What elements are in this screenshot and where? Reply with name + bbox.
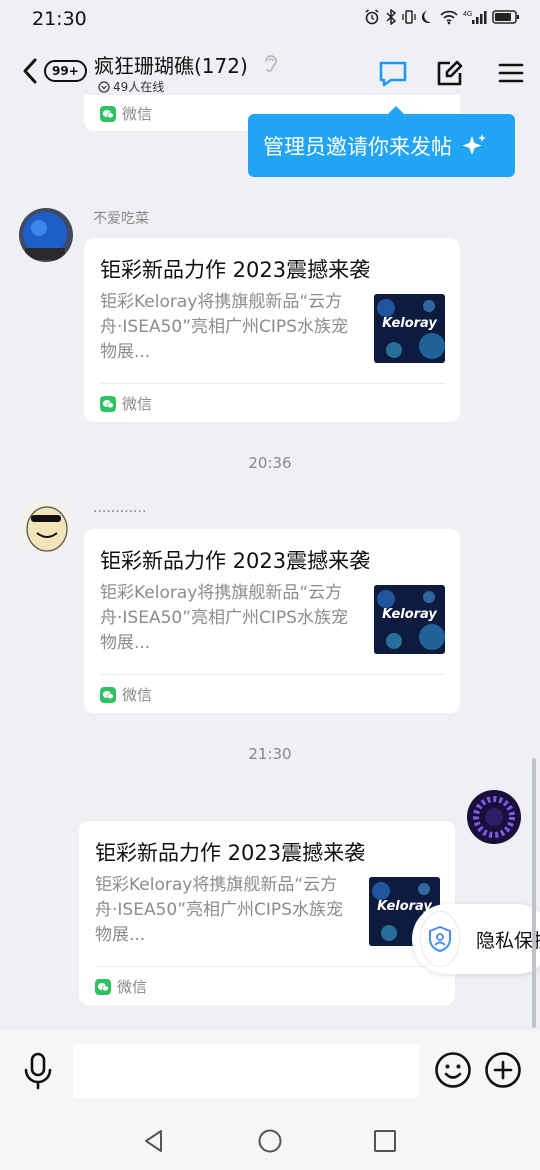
back-button[interactable] [18,56,44,86]
card-source: 微信 [100,103,152,124]
chat-header: 99+ 疯狂珊瑚礁(172) 49人在线 [0,38,540,102]
link-card[interactable]: 钜彩新品力作 2023震撼来袭 钜彩Keloray将携旗舰新品“云方舟·ISEA… [84,529,460,713]
card-source: 微信 [100,684,152,705]
source-label: 微信 [122,686,153,704]
nav-home-button[interactable] [257,1128,283,1154]
input-bar [0,1030,540,1110]
card-description: 钜彩Keloray将携旗舰新品“云方舟·ISEA50”亮相广州CIPS水族宠物展… [95,875,343,945]
source-label: 微信 [117,978,148,996]
shield-icon [428,925,451,953]
circle-home-icon [258,1129,282,1153]
wifi-icon [440,9,458,25]
group-name[interactable]: 疯狂珊瑚礁(172) [94,50,248,79]
microphone-icon [24,1052,52,1090]
online-status: 49人在线 [98,78,164,95]
menu-button[interactable] [494,56,528,90]
more-button[interactable] [484,1051,522,1089]
source-label: 微信 [122,395,153,413]
wechat-icon [95,978,111,995]
avatar-image [19,208,73,262]
plus-circle-icon [485,1052,521,1088]
avatar-image [467,790,521,844]
chat-bubble-icon [379,61,407,87]
privacy-label: 隐私保护 [475,929,540,952]
check-circle-icon [98,80,110,93]
card-source: 微信 [100,393,152,414]
card-source: 微信 [95,976,147,997]
ear-icon[interactable] [262,52,280,78]
wechat-icon [100,105,116,122]
avatar[interactable] [19,208,73,262]
chat-tab-button[interactable] [376,56,410,90]
card-divider [100,383,445,384]
triangle-back-icon [145,1130,162,1152]
link-card[interactable]: 钜彩新品力作 2023震撼来袭 钜彩Keloray将携旗舰新品“云方舟·ISEA… [79,821,455,1005]
card-description: 钜彩Keloray将携旗舰新品“云方舟·ISEA50”亮相广州CIPS水族宠物展… [100,292,348,362]
status-icons: 4G [364,9,520,25]
vibrate-icon [402,9,416,25]
privacy-icon-wrap [420,911,460,967]
tooltip-text: 管理员邀请你来发帖 [263,134,452,159]
card-thumbnail: Keloray [374,294,445,363]
voice-button[interactable] [20,1050,56,1090]
nav-recents-button[interactable] [372,1128,398,1154]
card-thumbnail: Keloray [374,585,445,654]
card-title: 钜彩新品力作 2023震撼来袭 [100,258,371,282]
moon-icon [421,9,435,25]
bluetooth-icon [385,9,397,25]
signal-icon: 4G [463,9,487,25]
my-avatar[interactable] [467,790,521,844]
status-time: 21:30 [32,8,87,30]
card-description: 钜彩Keloray将携旗舰新品“云方舟·ISEA50”亮相广州CIPS水族宠物展… [100,583,348,653]
card-divider [100,674,445,675]
sender-name: 不爱吃菜 [93,211,149,227]
source-label: 微信 [122,105,153,123]
online-count: 49人在线 [113,80,165,94]
alarm-icon [364,9,380,25]
wechat-icon [100,686,116,703]
card-divider [95,966,440,967]
thumbnail-brand: Keloray [382,607,437,622]
sender-name: ............ [93,500,147,516]
admin-invite-tooltip[interactable]: 管理员邀请你来发帖 [248,106,515,177]
post-button[interactable] [433,56,467,90]
network-type: 4G [463,11,472,18]
card-title: 钜彩新品力作 2023震撼来袭 [100,549,371,573]
card-title: 钜彩新品力作 2023震撼来袭 [95,841,366,865]
privacy-protection-button[interactable]: 隐私保护 [412,904,540,974]
timestamp: 21:30 [248,745,292,763]
edit-icon [437,60,463,86]
wechat-icon [100,395,116,412]
link-card[interactable]: 钜彩新品力作 2023震撼来袭 钜彩Keloray将携旗舰新品“云方舟·ISEA… [84,238,460,422]
message-input[interactable] [73,1044,419,1098]
emoji-button[interactable] [434,1051,472,1089]
thumbnail-brand: Keloray [382,316,437,331]
scrollbar[interactable] [532,758,536,1028]
square-recents-icon [374,1130,396,1152]
smiley-icon [435,1052,471,1088]
avatar[interactable] [19,499,73,553]
unread-badge[interactable]: 99+ [44,60,87,82]
timestamp: 20:36 [248,454,292,472]
avatar-image [19,499,73,553]
nav-back-button[interactable] [141,1128,167,1154]
status-bar: 21:30 4G [0,0,540,38]
system-nav-bar [0,1110,540,1170]
chevron-left-icon [23,58,37,84]
battery-icon [492,9,520,25]
hamburger-menu-icon [498,63,524,83]
sparkle-icon [462,133,486,155]
